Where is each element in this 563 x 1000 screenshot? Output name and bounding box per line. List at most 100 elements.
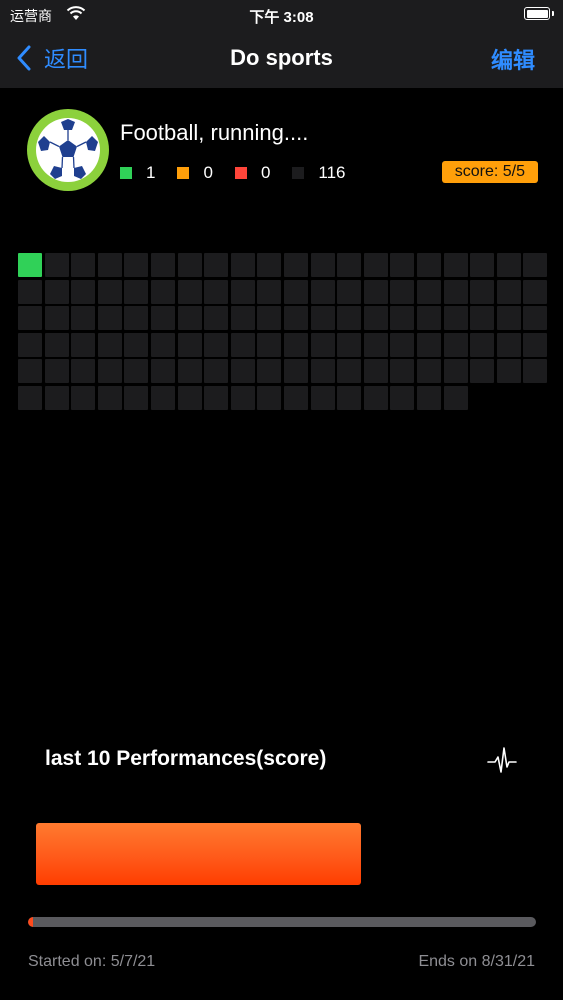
calendar-day[interactable] — [283, 332, 308, 357]
calendar-day[interactable] — [204, 306, 229, 331]
calendar-day[interactable] — [124, 253, 149, 277]
calendar-day[interactable] — [523, 306, 548, 331]
calendar-day[interactable] — [337, 385, 362, 410]
calendar-day[interactable] — [18, 306, 42, 331]
calendar-day[interactable] — [337, 359, 362, 384]
calendar-day[interactable] — [443, 385, 468, 410]
calendar-day[interactable] — [390, 253, 415, 277]
calendar-day[interactable] — [363, 279, 388, 304]
calendar-day[interactable] — [97, 385, 122, 410]
calendar-day[interactable] — [71, 385, 96, 410]
calendar-day[interactable] — [124, 332, 149, 357]
calendar-day[interactable] — [283, 359, 308, 384]
calendar-day[interactable] — [230, 332, 255, 357]
calendar-day[interactable] — [257, 332, 282, 357]
calendar-day[interactable] — [124, 359, 149, 384]
calendar-day[interactable] — [150, 306, 175, 331]
calendar-day[interactable] — [71, 279, 96, 304]
calendar-day[interactable] — [283, 385, 308, 410]
calendar-day[interactable] — [416, 279, 441, 304]
calendar-day[interactable] — [97, 359, 122, 384]
calendar-day[interactable] — [390, 332, 415, 357]
calendar-day[interactable] — [523, 359, 548, 384]
calendar-day[interactable] — [337, 332, 362, 357]
calendar-day[interactable] — [283, 306, 308, 331]
calendar-day[interactable] — [230, 279, 255, 304]
calendar-day[interactable] — [443, 359, 468, 384]
calendar-day[interactable] — [97, 332, 122, 357]
calendar-day[interactable] — [337, 279, 362, 304]
calendar-day[interactable] — [18, 332, 42, 357]
calendar-day[interactable] — [150, 385, 175, 410]
calendar-day[interactable] — [257, 279, 282, 304]
calendar-day[interactable] — [470, 306, 495, 331]
calendar-day[interactable] — [390, 279, 415, 304]
calendar-day[interactable] — [416, 385, 441, 410]
calendar-day[interactable] — [177, 385, 202, 410]
calendar-day[interactable] — [257, 359, 282, 384]
calendar-day[interactable] — [363, 306, 388, 331]
calendar-day[interactable] — [71, 253, 96, 277]
calendar-day[interactable] — [44, 385, 69, 410]
calendar-day[interactable] — [310, 385, 335, 410]
calendar-day[interactable] — [283, 279, 308, 304]
calendar-day[interactable] — [283, 253, 308, 277]
calendar-day[interactable] — [257, 385, 282, 410]
calendar-day[interactable] — [150, 332, 175, 357]
calendar-day[interactable] — [44, 332, 69, 357]
calendar-day[interactable] — [204, 279, 229, 304]
calendar-day[interactable] — [310, 306, 335, 331]
calendar-day[interactable] — [443, 332, 468, 357]
calendar-day[interactable] — [124, 279, 149, 304]
calendar-day[interactable] — [150, 279, 175, 304]
calendar-day[interactable] — [496, 332, 521, 357]
calendar-day[interactable] — [496, 253, 521, 277]
calendar-day[interactable] — [177, 279, 202, 304]
calendar-day[interactable] — [177, 332, 202, 357]
calendar-day[interactable] — [363, 359, 388, 384]
calendar-day[interactable] — [44, 253, 69, 277]
calendar-day[interactable] — [97, 279, 122, 304]
calendar-day[interactable] — [257, 253, 282, 277]
calendar-day[interactable] — [71, 332, 96, 357]
calendar-day[interactable] — [470, 279, 495, 304]
calendar-day[interactable] — [443, 253, 468, 277]
calendar-day[interactable] — [177, 306, 202, 331]
calendar-day[interactable] — [177, 253, 202, 277]
calendar-day[interactable] — [97, 253, 122, 277]
calendar-day[interactable] — [390, 359, 415, 384]
calendar-day[interactable] — [44, 306, 69, 331]
calendar-day[interactable] — [523, 332, 548, 357]
calendar-day-completed[interactable] — [18, 253, 42, 277]
calendar-day[interactable] — [363, 253, 388, 277]
calendar-day[interactable] — [470, 359, 495, 384]
calendar-day[interactable] — [523, 279, 548, 304]
calendar-day[interactable] — [470, 253, 495, 277]
calendar-day[interactable] — [71, 306, 96, 331]
calendar-day[interactable] — [310, 279, 335, 304]
calendar-day[interactable] — [337, 253, 362, 277]
calendar-day[interactable] — [310, 359, 335, 384]
calendar-day[interactable] — [150, 253, 175, 277]
calendar-day[interactable] — [177, 359, 202, 384]
calendar-day[interactable] — [44, 359, 69, 384]
calendar-day[interactable] — [363, 332, 388, 357]
calendar-day[interactable] — [204, 385, 229, 410]
calendar-day[interactable] — [230, 385, 255, 410]
calendar-day[interactable] — [230, 253, 255, 277]
calendar-day[interactable] — [416, 306, 441, 331]
calendar-day[interactable] — [443, 279, 468, 304]
calendar-day[interactable] — [416, 253, 441, 277]
back-button[interactable]: 返回 — [16, 42, 88, 74]
calendar-day[interactable] — [97, 306, 122, 331]
calendar-day[interactable] — [124, 306, 149, 331]
calendar-day[interactable] — [124, 385, 149, 410]
calendar-day[interactable] — [310, 332, 335, 357]
calendar-day[interactable] — [204, 332, 229, 357]
calendar-day[interactable] — [44, 279, 69, 304]
calendar-day[interactable] — [71, 359, 96, 384]
calendar-day[interactable] — [230, 359, 255, 384]
calendar-day[interactable] — [18, 359, 42, 384]
calendar-day[interactable] — [496, 306, 521, 331]
calendar-day[interactable] — [310, 253, 335, 277]
